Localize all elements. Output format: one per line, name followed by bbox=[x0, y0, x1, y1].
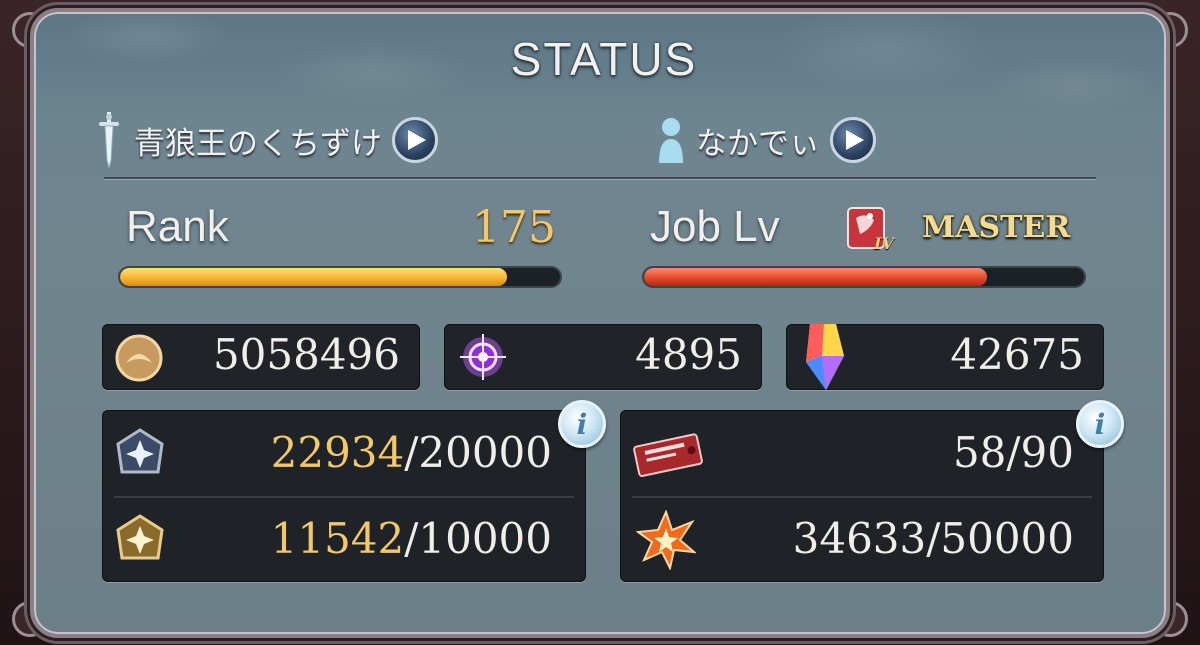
rupie-coin-icon bbox=[115, 334, 163, 382]
ap-value: 22934/20000 bbox=[271, 428, 552, 477]
rainbow-crystal-box: 42675 bbox=[786, 324, 1104, 390]
crystal-box: 4895 bbox=[444, 324, 762, 390]
ticket-icon bbox=[633, 433, 703, 477]
crystal-sparkle-icon bbox=[460, 334, 506, 380]
rupie-box: 5058496 bbox=[102, 324, 420, 390]
rank-label: Rank bbox=[126, 202, 229, 251]
play-arrow-icon bbox=[408, 130, 426, 150]
ticket-value: 58/90 bbox=[952, 428, 1074, 477]
bp-gem-icon bbox=[116, 514, 164, 560]
crystal-value: 4895 bbox=[635, 330, 742, 379]
rainbow-crystal-value: 42675 bbox=[950, 330, 1084, 379]
sword-icon bbox=[99, 112, 119, 169]
weapon-link[interactable]: 青狼王のくちずけ bbox=[94, 110, 438, 170]
ticket-info-button[interactable]: i bbox=[1076, 400, 1124, 448]
job-progress-bar bbox=[642, 266, 1086, 288]
burst-star-icon bbox=[636, 510, 696, 570]
rupie-value: 5058496 bbox=[212, 330, 400, 379]
row-divider bbox=[632, 496, 1092, 498]
job-master-label: MASTER bbox=[922, 210, 1071, 245]
player-info-row: 青狼王のくちずけ なかでぃ bbox=[94, 110, 1134, 170]
ap-bp-info-button[interactable]: i bbox=[558, 400, 606, 448]
status-panel: STATUS 青狼王のくちずけ なかでぃ Rank 175 Job Lv IV … bbox=[30, 8, 1170, 638]
person-icon bbox=[659, 118, 683, 163]
player-name: なかでぃ bbox=[696, 125, 820, 162]
section-divider bbox=[104, 177, 1096, 179]
bp-max: /10000 bbox=[404, 514, 552, 563]
job-class-icon: IV bbox=[846, 204, 894, 260]
burst-value: 34633/50000 bbox=[792, 514, 1074, 563]
rainbow-crystal-icon bbox=[806, 324, 844, 390]
bp-value: 11542/10000 bbox=[271, 514, 552, 563]
row-divider bbox=[114, 496, 574, 498]
status-window-frame: STATUS 青狼王のくちずけ なかでぃ Rank 175 Job Lv IV … bbox=[0, 0, 1200, 645]
weapon-detail-button[interactable] bbox=[392, 117, 438, 163]
job-level-label: Job Lv bbox=[650, 202, 780, 251]
player-detail-button[interactable] bbox=[830, 117, 876, 163]
ticket-box: 58/90 34633/50000 bbox=[620, 410, 1104, 582]
ap-gem-icon bbox=[116, 428, 164, 474]
weapon-name: 青狼王のくちずけ bbox=[134, 125, 382, 162]
rank-value: 175 bbox=[472, 202, 556, 253]
rank-progress-fill bbox=[120, 268, 508, 286]
panel-title: STATUS bbox=[510, 33, 698, 85]
rank-progress-bar bbox=[118, 266, 562, 288]
job-class-badge: IV bbox=[874, 234, 894, 253]
play-arrow-icon bbox=[846, 130, 864, 150]
bp-current: 11542 bbox=[270, 514, 405, 563]
job-progress-fill bbox=[644, 268, 988, 286]
ap-current: 22934 bbox=[270, 428, 405, 477]
ap-bp-box: 22934/20000 11542/10000 bbox=[102, 410, 586, 582]
ap-max: /20000 bbox=[404, 428, 552, 477]
player-link[interactable]: なかでぃ bbox=[656, 110, 876, 170]
